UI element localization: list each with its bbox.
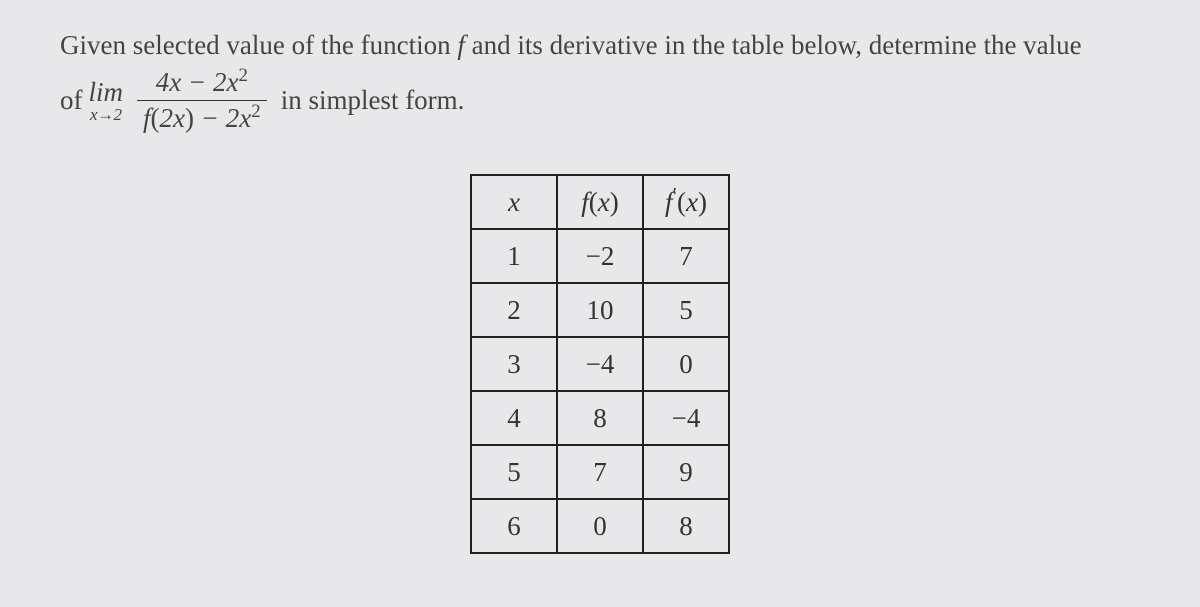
table-row: 1 −2 7: [471, 229, 729, 283]
cell-fpx: 7: [643, 229, 729, 283]
cell-x: 6: [471, 499, 557, 553]
symbol-f: f: [457, 30, 465, 60]
cell-fx: 8: [557, 391, 643, 445]
cell-fx: −2: [557, 229, 643, 283]
den-open: (: [151, 103, 160, 133]
function-table: x f(x) f′(x) 1 −2 7 2 10 5 3 −4 0 4: [470, 174, 730, 554]
fpx-f: f: [665, 187, 673, 217]
table-row: 3 −4 0: [471, 337, 729, 391]
fpx-var: x: [686, 187, 698, 217]
numerator-base: 4x − 2x: [156, 67, 239, 97]
table-body: 1 −2 7 2 10 5 3 −4 0 4 8 −4 5 7: [471, 229, 729, 553]
numerator: 4x − 2x2: [150, 67, 254, 100]
fx-f: f: [581, 187, 589, 217]
limit-fraction: 4x − 2x2 f(2x) − 2x2: [137, 67, 267, 134]
den-exp: 2: [251, 101, 260, 122]
fpx-open: (: [677, 187, 686, 217]
fpx-close: ): [698, 187, 707, 217]
lim-label: lim: [89, 79, 124, 106]
cell-fx: −4: [557, 337, 643, 391]
cell-x: 4: [471, 391, 557, 445]
problem-line2: of lim x→2 4x − 2x2 f(2x) − 2x2 in simpl…: [60, 67, 1140, 134]
problem-line1: Given selected value of the function f a…: [60, 24, 1140, 67]
text-suffix: and its derivative in the table below, d…: [465, 30, 1082, 60]
table-row: 5 7 9: [471, 445, 729, 499]
cell-fpx: 8: [643, 499, 729, 553]
header-fpx: f′(x): [643, 175, 729, 229]
table-row: 4 8 −4: [471, 391, 729, 445]
cell-x: 1: [471, 229, 557, 283]
text-of: of: [60, 79, 83, 122]
cell-x: 2: [471, 283, 557, 337]
cell-fpx: −4: [643, 391, 729, 445]
cell-fpx: 9: [643, 445, 729, 499]
cell-fx: 0: [557, 499, 643, 553]
header-x: x: [471, 175, 557, 229]
cell-x: 5: [471, 445, 557, 499]
table-row: 2 10 5: [471, 283, 729, 337]
table-header-row: x f(x) f′(x): [471, 175, 729, 229]
numerator-exp: 2: [238, 65, 247, 86]
den-arg: 2x: [160, 103, 185, 133]
table-container: x f(x) f′(x) 1 −2 7 2 10 5 3 −4 0 4: [60, 174, 1140, 554]
lim-approach: x→2: [90, 106, 122, 123]
header-fx: f(x): [557, 175, 643, 229]
cell-fpx: 5: [643, 283, 729, 337]
text-simplest: in simplest form.: [281, 79, 465, 122]
text-prefix: Given selected value of the function: [60, 30, 457, 60]
den-mid: − 2x: [194, 103, 251, 133]
limit-notation: lim x→2: [89, 79, 124, 123]
cell-fx: 10: [557, 283, 643, 337]
table-row: 6 0 8: [471, 499, 729, 553]
fx-var: x: [598, 187, 610, 217]
den-close: ): [185, 103, 194, 133]
den-f: f: [143, 103, 151, 133]
cell-fx: 7: [557, 445, 643, 499]
denominator: f(2x) − 2x2: [137, 100, 267, 134]
cell-x: 3: [471, 337, 557, 391]
cell-fpx: 0: [643, 337, 729, 391]
problem-statement: Given selected value of the function f a…: [60, 24, 1140, 134]
fx-open: (: [589, 187, 598, 217]
fx-close: ): [610, 187, 619, 217]
